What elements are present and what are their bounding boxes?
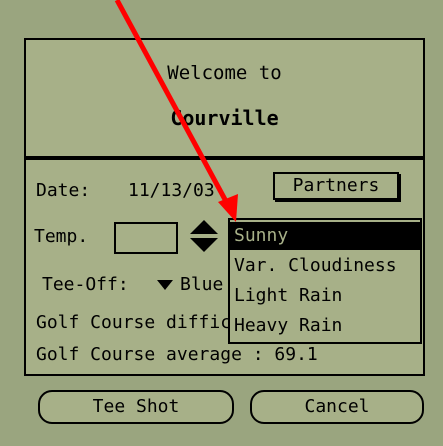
date-value[interactable]: 11/13/03 [128,180,215,201]
partners-button[interactable]: Partners [273,172,399,200]
tee-shot-button[interactable]: Tee Shot [38,390,234,424]
weather-option-heavy-rain[interactable]: Heavy Rain [230,312,420,340]
temperature-input[interactable] [114,222,178,254]
weather-option-sunny[interactable]: Sunny [230,222,420,250]
temperature-up-icon[interactable] [190,220,218,234]
tee-off-label: Tee-Off: [42,274,129,295]
welcome-panel: Welcome to Courville [24,38,425,160]
weather-option-var-cloudiness[interactable]: Var. Cloudiness [230,252,420,280]
cancel-button[interactable]: Cancel [250,390,424,424]
date-label: Date: [36,180,91,201]
tee-off-value[interactable]: Blue [180,274,223,295]
course-name: Courville [170,106,279,130]
weather-dropdown-list[interactable]: Sunny Var. Cloudiness Light Rain Heavy R… [228,218,422,344]
temperature-down-icon[interactable] [190,238,218,252]
tee-off-dropdown-caret-icon[interactable] [157,280,173,290]
welcome-text: Welcome to [167,62,282,84]
weather-option-light-rain[interactable]: Light Rain [230,282,420,310]
temperature-label: Temp. [34,226,89,247]
course-difficulty-label: Golf Course difficu [36,312,242,333]
course-average-label: Golf Course average : 69.1 [36,344,318,365]
